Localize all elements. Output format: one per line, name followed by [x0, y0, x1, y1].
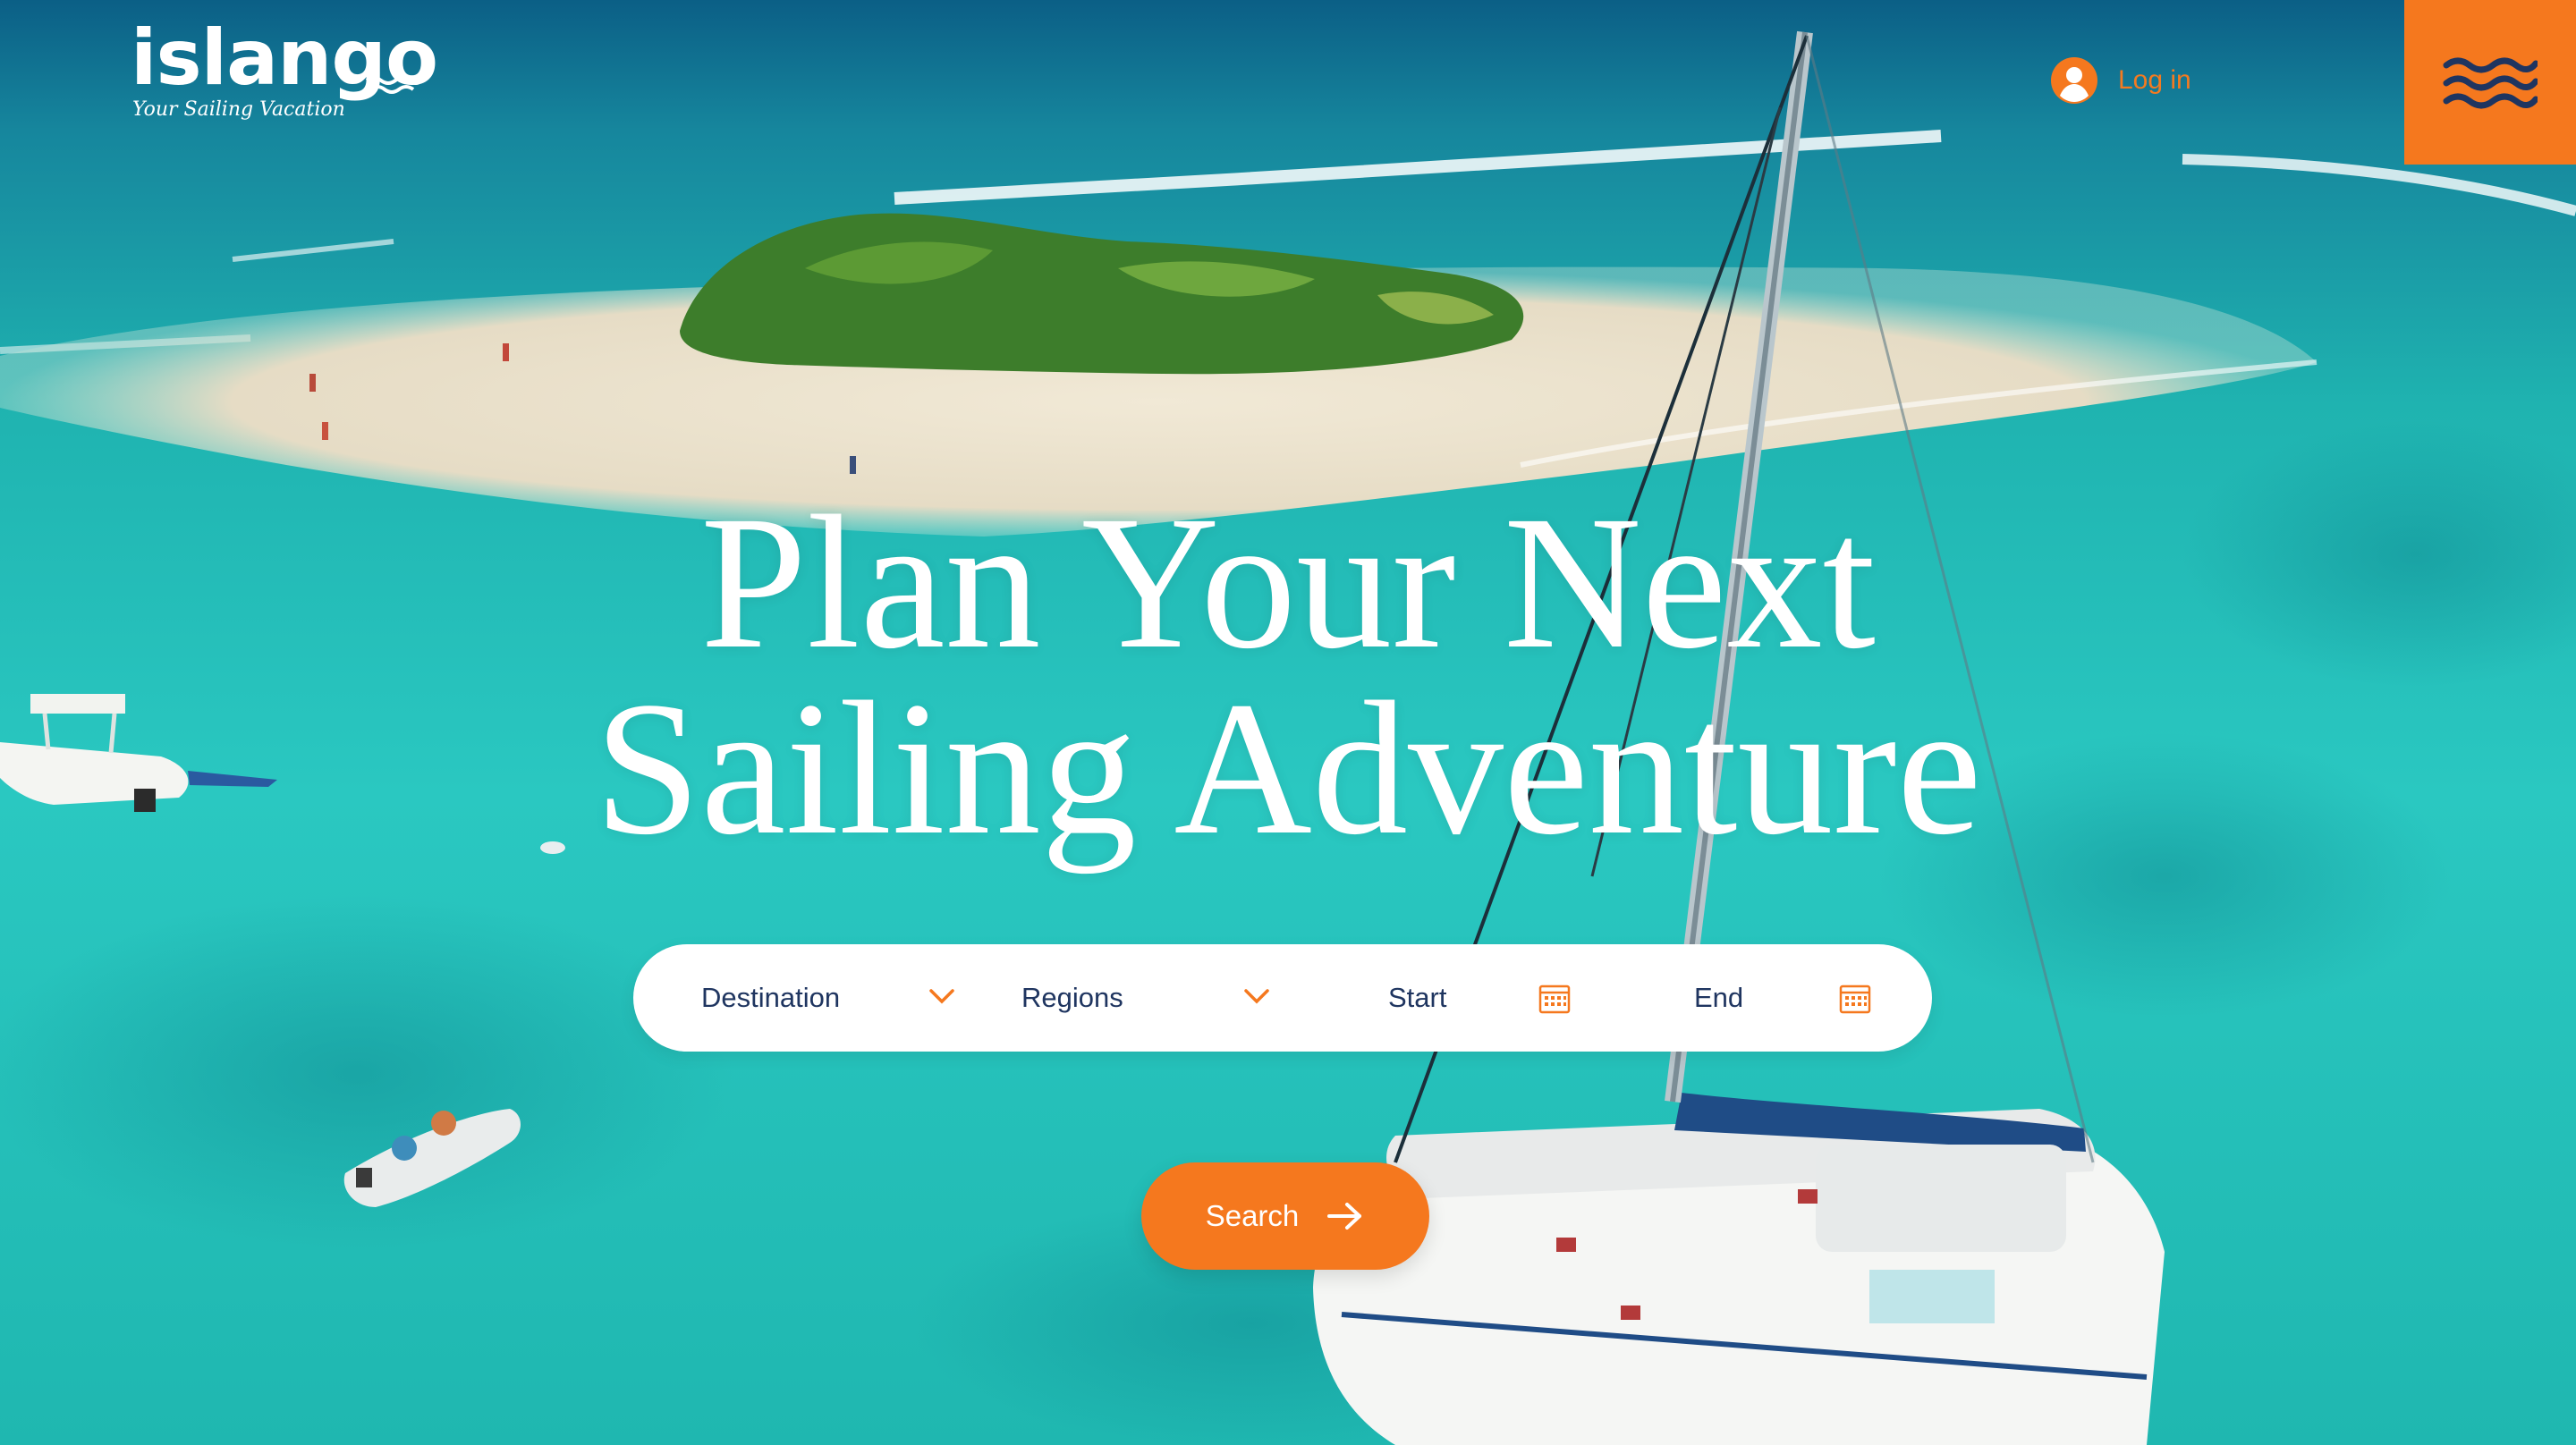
- headline-line-2: Sailing Adventure: [594, 663, 1982, 875]
- calendar-icon[interactable]: [1538, 982, 1571, 1014]
- search-button[interactable]: Search: [1141, 1162, 1429, 1270]
- chevron-down-icon[interactable]: [1243, 986, 1270, 1006]
- menu-button[interactable]: [2404, 0, 2576, 165]
- hero-headline: Plan Your Next Sailing Adventure: [0, 477, 2576, 875]
- calendar-icon[interactable]: [1839, 982, 1871, 1014]
- logo-waves-icon: [365, 76, 420, 94]
- regions-label: Regions: [1021, 982, 1123, 1013]
- islango-logo[interactable]: islango Your Sailing Vacation: [131, 20, 438, 125]
- login-label: Log in: [2118, 65, 2191, 95]
- hero-section: islango Your Sailing Vacation Log in Pla…: [0, 0, 2576, 1445]
- search-bar: Destination Regions Start End: [633, 944, 1932, 1052]
- end-date-field[interactable]: End: [1694, 944, 1801, 1052]
- wave-menu-icon: [2443, 57, 2538, 109]
- destination-label: Destination: [701, 982, 841, 1013]
- start-date-field[interactable]: Start: [1388, 944, 1513, 1052]
- logo-tagline: Your Sailing Vacation: [132, 98, 345, 121]
- search-button-label: Search: [1205, 1199, 1300, 1232]
- arrow-right-icon: [1327, 1203, 1362, 1230]
- login-link[interactable]: Log in: [2050, 55, 2191, 106]
- end-date-label: End: [1694, 982, 1744, 1013]
- chevron-down-icon[interactable]: [928, 986, 955, 1006]
- headline-line-1: Plan Your Next: [700, 477, 1876, 689]
- user-circle-icon: [2051, 57, 2097, 104]
- start-date-label: Start: [1388, 982, 1447, 1013]
